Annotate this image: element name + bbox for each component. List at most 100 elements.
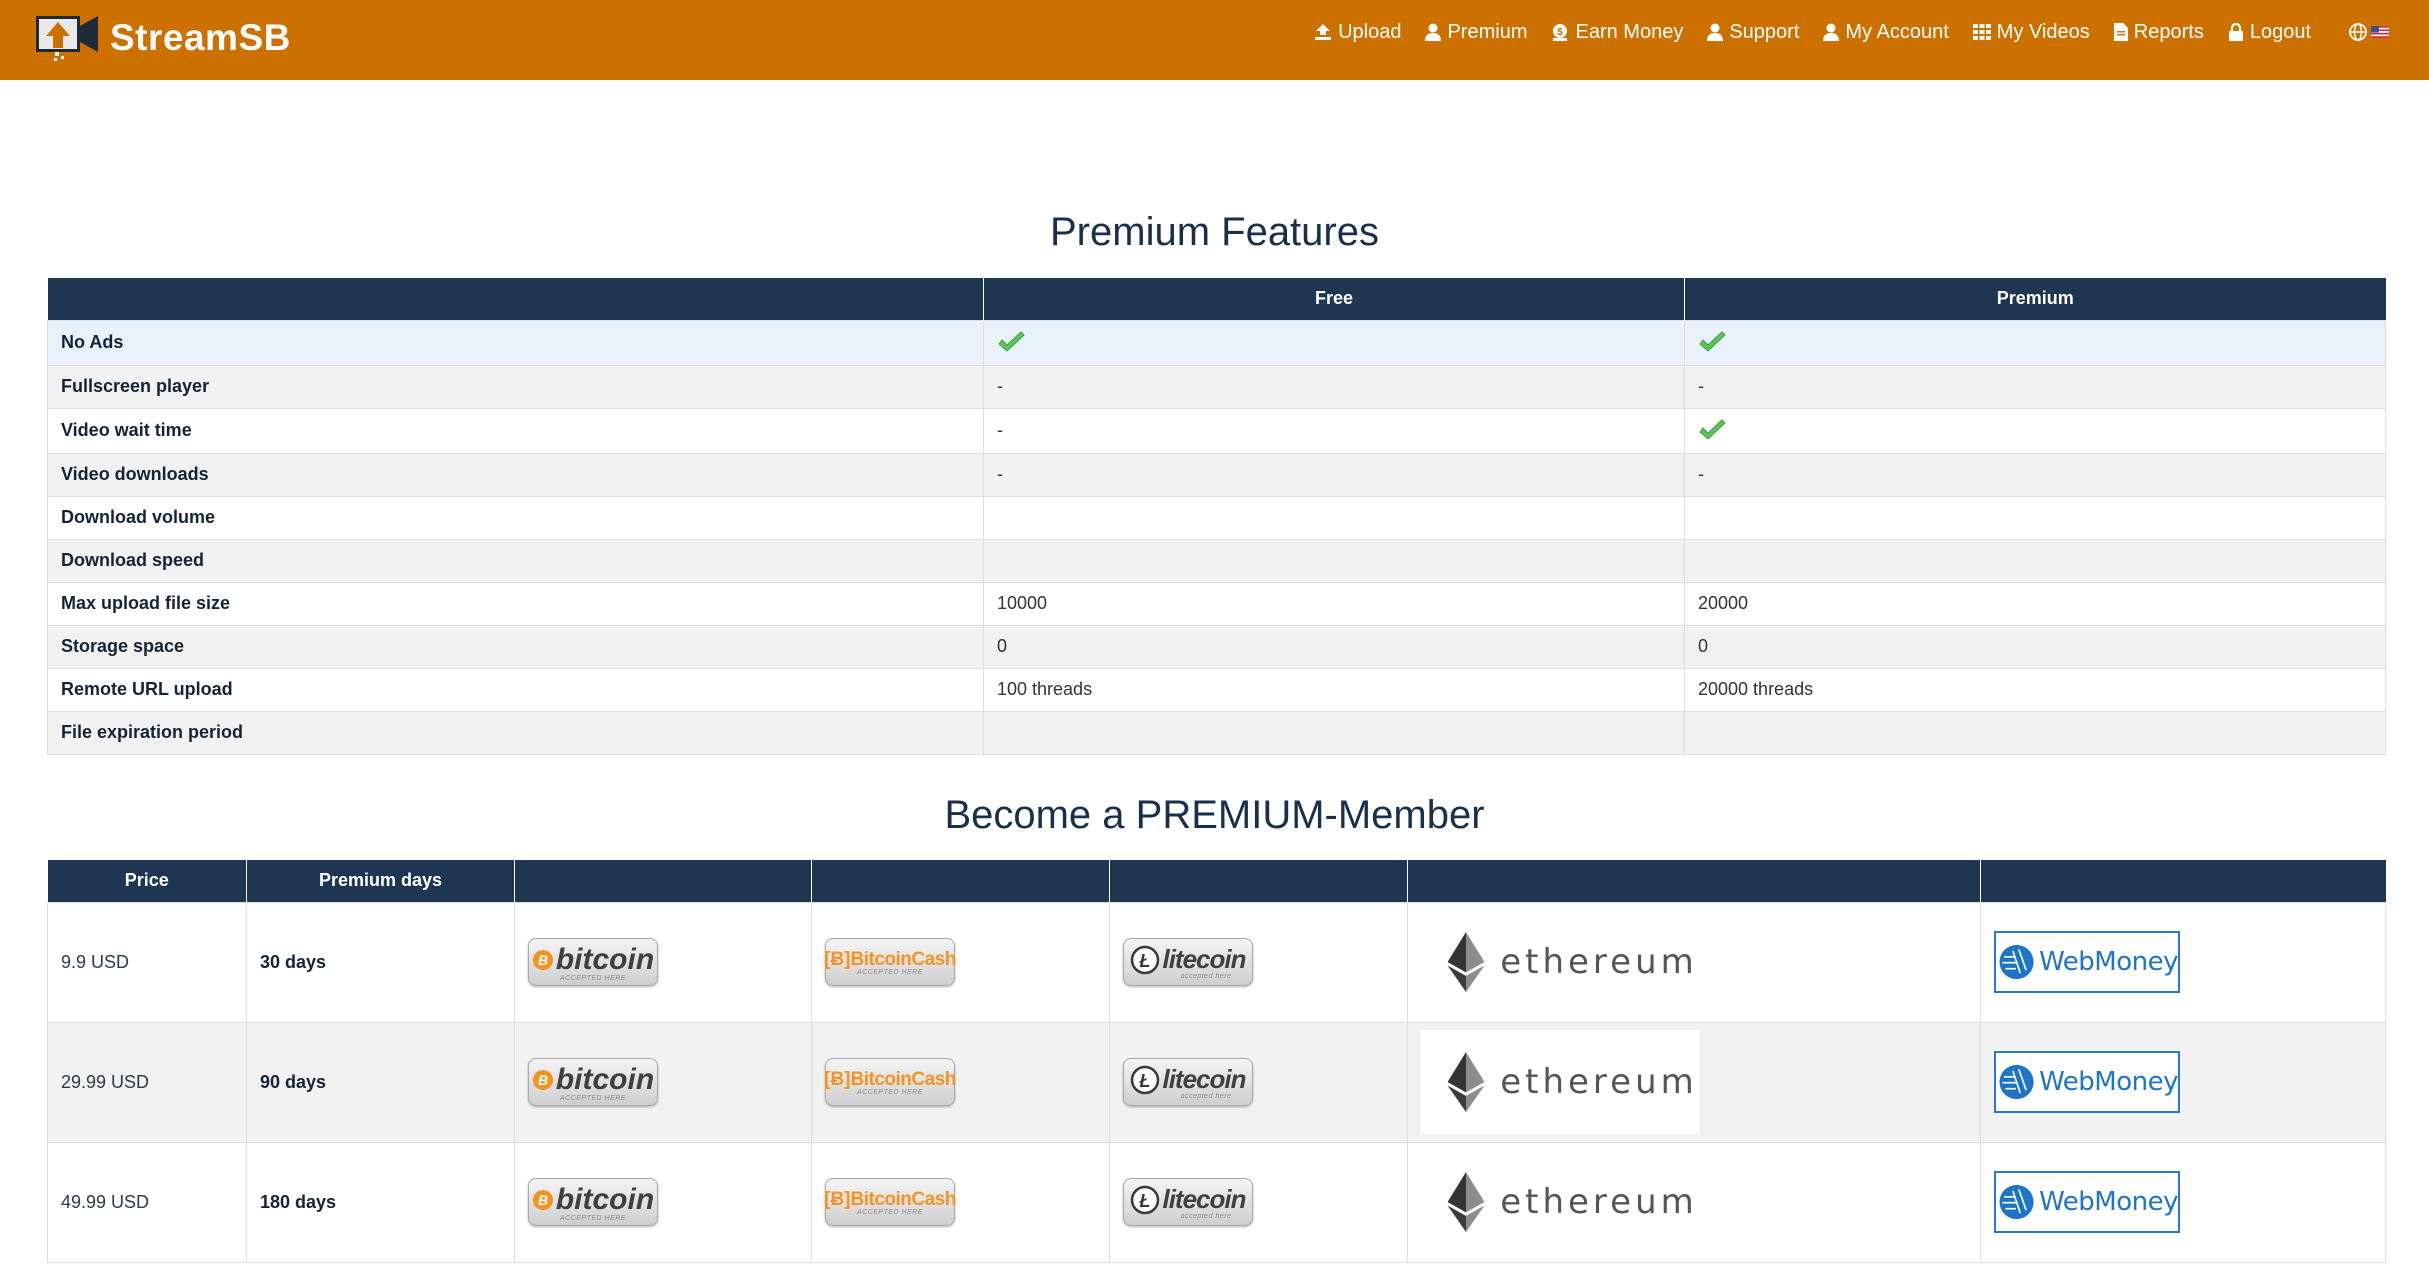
litecoin-word: litecoin	[1162, 1184, 1246, 1214]
feature-free-text: -	[997, 464, 1003, 484]
brand-name: StreamSB	[110, 17, 291, 58]
feature-premium-text: -	[1698, 464, 1704, 484]
feature-label: File expiration period	[47, 710, 984, 755]
nav-logout-label: Logout	[2249, 20, 2311, 43]
ethereum-pay-button[interactable]: ethereum	[1421, 910, 1699, 1014]
litecoin-pay-button[interactable]: Łlitecoin accepted here	[1123, 1058, 1253, 1106]
litecoin-icon: Ł	[1131, 1185, 1160, 1214]
bitcoincash-pay-button[interactable]: [Ƀ] BitcoinCash ACCEPTED HERE	[824, 938, 957, 986]
litecoin-icon: Ł	[1131, 1065, 1160, 1094]
litecoin-sub: accepted here	[1180, 973, 1232, 980]
bitcoincash-pay-button[interactable]: [Ƀ] BitcoinCash ACCEPTED HERE	[824, 1058, 957, 1106]
feature-row: Max upload file size 10000 20000	[47, 581, 2386, 626]
ethereum-icon	[1447, 932, 1485, 992]
bitcoin-pay-button[interactable]: Bbitcoin ACCEPTED HERE	[528, 1058, 658, 1106]
litecoin-pay-button[interactable]: Łlitecoin accepted here	[1123, 1178, 1253, 1226]
feature-free-text: 100 threads	[997, 679, 1093, 699]
nav-upload-label: Upload	[1338, 20, 1402, 43]
bitcoin-pay-button[interactable]: Bbitcoin ACCEPTED HERE	[528, 938, 658, 986]
bitcoincash-icon: [Ƀ]	[824, 1068, 851, 1090]
money-icon: $	[1553, 24, 1568, 41]
feature-free-value: 0	[983, 624, 1685, 669]
nav-logout[interactable]: Logout	[2228, 21, 2311, 44]
webmoney-word: WebMoney	[2039, 947, 2178, 977]
litecoin-word: litecoin	[1162, 944, 1246, 974]
plans-header-webmoney	[1980, 860, 2386, 902]
nav-reports[interactable]: Reports	[2113, 21, 2204, 44]
plan-ethereum-cell: ethereum	[1407, 901, 1981, 1023]
plan-bitcoin-cell: Bbitcoin ACCEPTED HERE	[514, 901, 812, 1023]
check-icon	[1699, 418, 1726, 440]
feature-label: Download speed	[47, 538, 984, 583]
nav-my-videos[interactable]: My Videos	[1972, 21, 2090, 44]
feature-free-value: 10000	[983, 581, 1685, 626]
svg-text:Ł: Ł	[1139, 1191, 1151, 1211]
ethereum-word: ethereum	[1500, 1182, 1698, 1222]
feature-premium-value	[1684, 710, 2386, 755]
plan-days: 30 days	[246, 901, 515, 1023]
webmoney-word: WebMoney	[2039, 1067, 2178, 1097]
language-selector[interactable]	[2349, 23, 2389, 41]
bitcoin-word: bitcoin	[555, 1062, 655, 1096]
nav-my-account[interactable]: My Account	[1823, 21, 1949, 44]
ethereum-word: ethereum	[1500, 942, 1698, 982]
feature-free-value	[983, 710, 1685, 755]
feature-free-value: -	[983, 452, 1685, 497]
ethereum-pay-button[interactable]: ethereum	[1421, 1150, 1699, 1254]
feature-row: Storage space 0 0	[47, 624, 2386, 669]
nav-upload[interactable]: Upload	[1314, 21, 1401, 44]
litecoin-sub: accepted here	[1180, 1093, 1232, 1100]
litecoin-pay-button[interactable]: Łlitecoin accepted here	[1123, 938, 1253, 986]
webmoney-pay-button[interactable]: WebMoney	[1994, 1171, 2180, 1233]
nav-earn-money[interactable]: $ Earn Money	[1551, 21, 1683, 44]
bitcoin-sub: ACCEPTED HERE	[559, 974, 626, 982]
feature-free-value	[983, 495, 1685, 540]
brand-logo[interactable]: StreamSB	[34, 10, 291, 66]
ethereum-icon	[1447, 1052, 1485, 1112]
feature-row: Fullscreen player - -	[47, 364, 2386, 409]
main-nav: Upload Premium $ Earn Money Support My A…	[1290, 0, 2389, 64]
features-header-feature	[47, 278, 984, 320]
feature-premium-text: 20000	[1698, 593, 1749, 613]
feature-premium-value	[1684, 495, 2386, 540]
plan-days: 90 days	[246, 1021, 515, 1143]
webmoney-globe-icon	[1999, 1064, 2034, 1100]
feature-premium-text: 0	[1698, 636, 1709, 656]
nav-premium[interactable]: Premium	[1425, 21, 1527, 44]
bitcoin-icon: B	[532, 949, 553, 970]
webmoney-pay-button[interactable]: WebMoney	[1994, 1051, 2180, 1113]
feature-free-value	[983, 538, 1685, 583]
bitcoin-word: bitcoin	[555, 942, 655, 976]
lock-icon	[2228, 23, 2243, 41]
plan-row: 9.9 USD 30 days Bbitcoin ACCEPTED HERE [Ƀ] Bi…	[47, 901, 2386, 1023]
bitcoincash-sub: ACCEPTED HERE	[856, 1208, 923, 1216]
svg-text:Ł: Ł	[1139, 1071, 1151, 1091]
feature-premium-value: -	[1684, 452, 2386, 497]
nav-support[interactable]: Support	[1707, 21, 1799, 44]
feature-free-value: -	[983, 407, 1685, 454]
feature-label: Video wait time	[47, 407, 984, 454]
bitcoincash-sub: ACCEPTED HERE	[856, 1088, 923, 1096]
plan-litecoin-cell: Łlitecoin accepted here	[1109, 901, 1408, 1023]
user-icon	[1823, 23, 1840, 41]
features-table: Free Premium No Ads Fullscreen player - - Vi…	[47, 278, 2386, 755]
svg-text:B: B	[538, 1192, 548, 1208]
feature-row: No Ads	[47, 319, 2386, 366]
bitcoincash-pay-button[interactable]: [Ƀ] BitcoinCash ACCEPTED HERE	[824, 1178, 956, 1226]
plan-webmoney-cell: WebMoney	[1980, 1021, 2386, 1143]
ethereum-pay-button[interactable]: ethereum	[1421, 1030, 1699, 1134]
webmoney-pay-button[interactable]: WebMoney	[1994, 931, 2180, 993]
svg-text:$: $	[1558, 27, 1564, 38]
plan-row: 29.99 USD 90 days Bbitcoin ACCEPTED HERE [Ƀ]…	[47, 1021, 2386, 1143]
bitcoin-pay-button[interactable]: Bbitcoin ACCEPTED HERE	[528, 1178, 658, 1226]
features-title: Premium Features	[1050, 210, 1379, 254]
feature-premium-value	[1684, 407, 2386, 454]
bitcoincash-word: BitcoinCash	[850, 1068, 957, 1090]
feature-row: Remote URL upload 100 threads 20000 thread…	[47, 667, 2386, 712]
nav-earn-money-label: Earn Money	[1575, 20, 1684, 43]
ethereum-icon	[1447, 1172, 1485, 1232]
ethereum-word: ethereum	[1500, 1062, 1698, 1102]
webmoney-globe-icon	[1999, 1184, 2034, 1220]
feature-premium-text: -	[1698, 376, 1704, 396]
bitcoincash-word: BitcoinCash	[850, 948, 957, 970]
